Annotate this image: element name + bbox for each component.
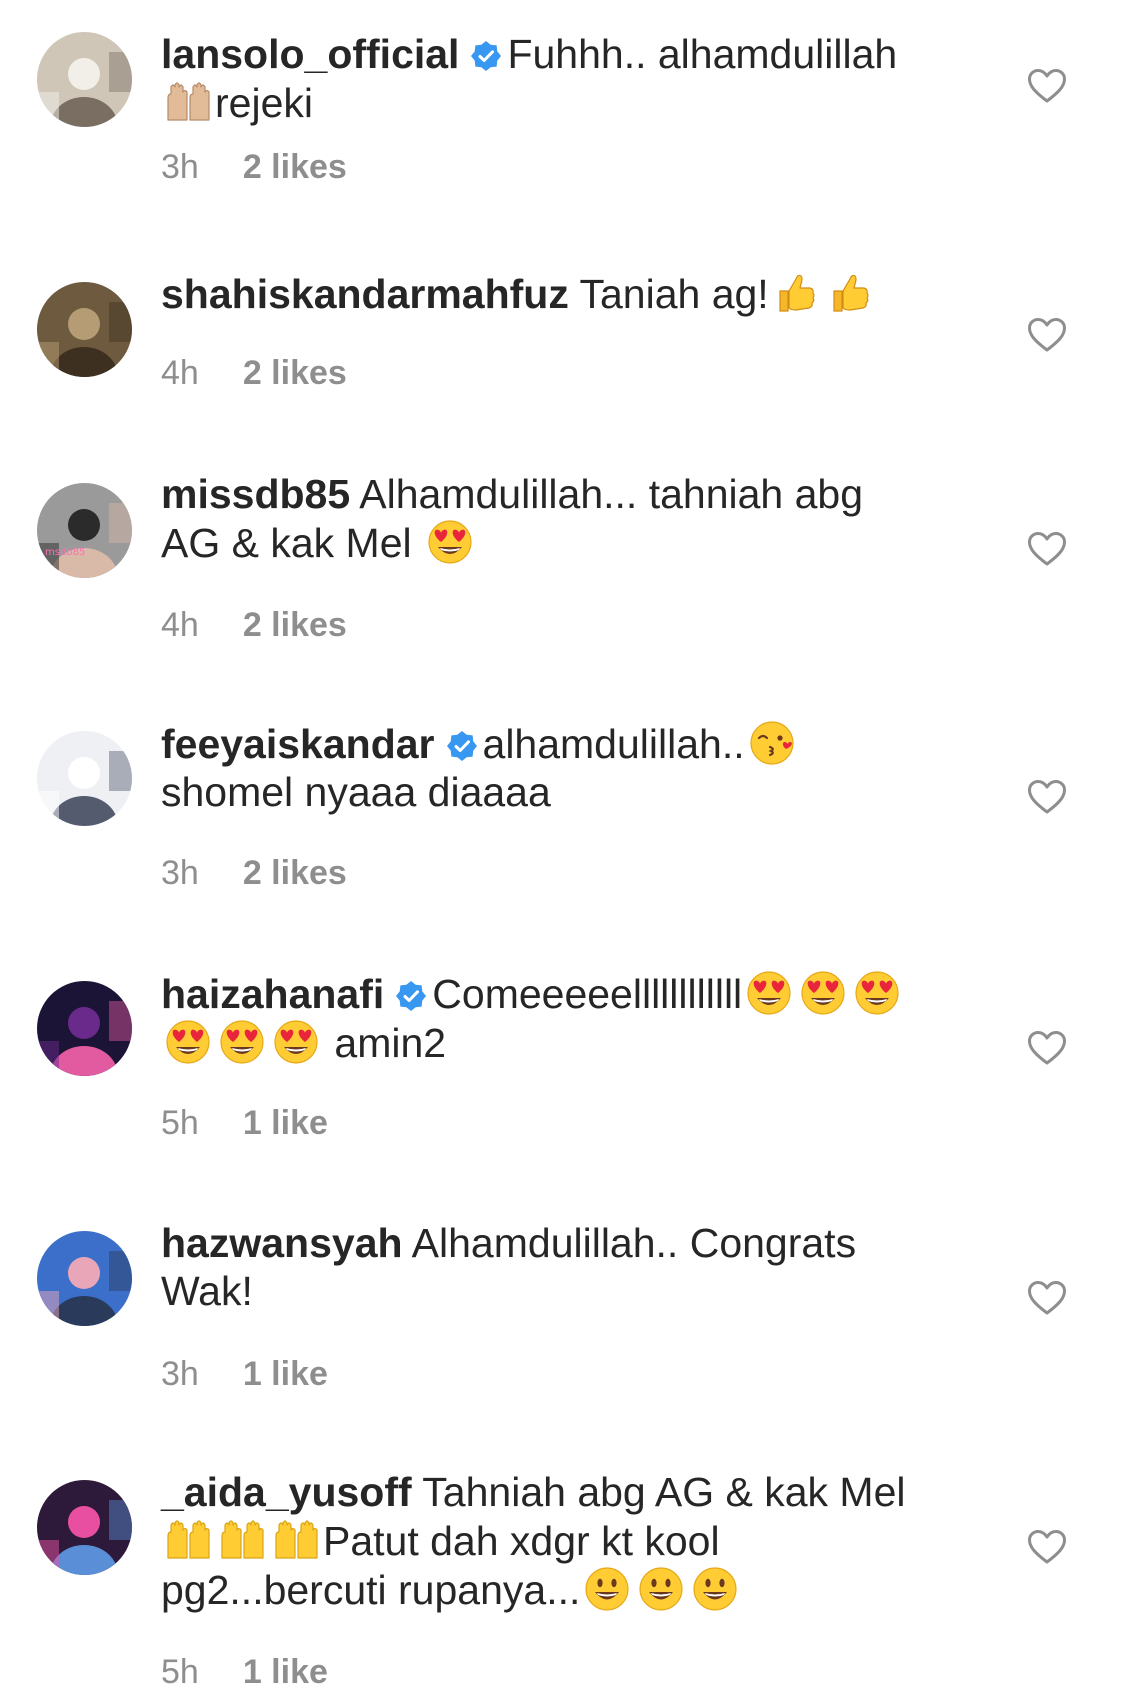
comment-timestamp: 3h — [161, 148, 199, 186]
comment-timestamp: 4h — [161, 606, 199, 644]
comment-text: _aida_yusoff Tahniah abg AG & kak Mel Pat… — [161, 1468, 991, 1614]
comment-text: shahiskandarmahfuz Taniah ag! — [161, 269, 991, 318]
comment-meta: 3h 2 likes — [161, 148, 347, 187]
heart-eyes-emoji — [799, 969, 847, 1017]
avatar[interactable] — [37, 32, 132, 127]
comment-username[interactable]: hazwansyah — [161, 1220, 403, 1266]
comment-meta: 5h 1 like — [161, 1104, 328, 1143]
comment-meta: 3h 1 like — [161, 1355, 328, 1394]
comment-body-text: Tahniah abg AG & kak Mel — [411, 1469, 906, 1515]
smiley-emoji — [691, 1565, 739, 1613]
raised-hands-emoji-yellow — [164, 1516, 212, 1564]
comment-meta: 4h 2 likes — [161, 606, 347, 645]
like-heart-icon[interactable] — [1027, 1529, 1067, 1565]
comment-timestamp: 3h — [161, 854, 199, 892]
like-heart-icon[interactable] — [1027, 1030, 1067, 1066]
like-heart-icon[interactable] — [1027, 68, 1067, 104]
heart-eyes-emoji — [218, 1018, 266, 1066]
comment-body-text: Alhamdulillah.. Congrats — [402, 1220, 857, 1266]
comment-likes-count[interactable]: 2 likes — [243, 606, 347, 644]
comment-likes-count[interactable]: 1 like — [243, 1355, 328, 1393]
comment-meta: 4h 2 likes — [161, 354, 347, 393]
comment-meta: 3h 2 likes — [161, 854, 347, 893]
kissing-heart-emoji — [748, 719, 796, 767]
comment-username[interactable]: missdb85 — [161, 471, 350, 517]
comment-meta: 5h 1 like — [161, 1653, 328, 1692]
comment-username[interactable]: _aida_yusoff — [161, 1469, 412, 1515]
comment-body-text: Wak! — [161, 1268, 253, 1314]
comment-likes-count[interactable]: 2 likes — [243, 354, 347, 392]
heart-eyes-emoji — [164, 1018, 212, 1066]
comment-username[interactable]: lansolo_official — [161, 31, 459, 77]
avatar[interactable] — [37, 981, 132, 1076]
smiley-emoji — [637, 1565, 685, 1613]
comment-text: haizahanafi Comeeeeellllllllllll amin2 — [161, 969, 991, 1067]
comment-body-text: shomel nyaaa diaaaa — [161, 769, 551, 815]
comment-likes-count[interactable]: 1 like — [243, 1653, 328, 1691]
avatar[interactable] — [37, 1480, 132, 1575]
like-heart-icon[interactable] — [1027, 317, 1067, 353]
raised-hands-emoji-yellow — [272, 1516, 320, 1564]
like-heart-icon[interactable] — [1027, 531, 1067, 567]
comment-timestamp: 3h — [161, 1355, 199, 1393]
raised-hands-emoji-tan — [164, 78, 212, 126]
heart-eyes-emoji — [272, 1018, 320, 1066]
thumbs-up-emoji — [826, 269, 874, 317]
comment-timestamp: 4h — [161, 354, 199, 392]
verified-badge-icon — [384, 971, 432, 1017]
heart-eyes-emoji — [745, 969, 793, 1017]
comment-username[interactable]: shahiskandarmahfuz — [161, 271, 569, 317]
comment-likes-count[interactable]: 2 likes — [243, 854, 347, 892]
comment-body-text: amin2 — [323, 1020, 447, 1066]
comment-body-text: Patut dah xdgr kt kool — [323, 1518, 720, 1564]
avatar[interactable] — [37, 731, 132, 826]
comment-body-text: rejeki — [215, 80, 313, 126]
heart-eyes-emoji — [853, 969, 901, 1017]
comment-username[interactable]: feeyaiskandar — [161, 721, 435, 767]
comment-timestamp: 5h — [161, 1104, 199, 1142]
avatar-watermark-text: msdb85 — [45, 547, 85, 558]
comment-timestamp: 5h — [161, 1653, 199, 1691]
comment-text: missdb85 Alhamdulillah... tahniah abg AG … — [161, 470, 991, 567]
comment-likes-count[interactable]: 1 like — [243, 1104, 328, 1142]
comment-body-text: alhamdulillah.. — [482, 721, 745, 767]
comment-body-text: AG & kak Mel — [161, 520, 424, 566]
comment-username[interactable]: haizahanafi — [161, 971, 384, 1017]
verified-badge-icon — [459, 31, 507, 77]
comment-body-text: Alhamdulillah... tahniah abg — [350, 471, 864, 517]
like-heart-icon[interactable] — [1027, 1280, 1067, 1316]
comment-body-text: pg2...bercuti rupanya... — [161, 1567, 581, 1613]
comment-body-text: Taniah ag! — [568, 271, 769, 317]
comment-likes-count[interactable]: 2 likes — [243, 148, 347, 186]
avatar[interactable]: msdb85 — [37, 483, 132, 578]
avatar[interactable] — [37, 282, 132, 377]
thumbs-up-emoji — [772, 269, 820, 317]
verified-badge-icon — [435, 721, 483, 767]
comment-body-text: Comeeeeellllllllllll — [432, 971, 743, 1017]
comment-text: lansolo_official Fuhhh.. alhamdulillah rej… — [161, 30, 991, 127]
comment-text: feeyaiskandar alhamdulillah.. shomel nyaaa… — [161, 719, 991, 816]
avatar[interactable] — [37, 1231, 132, 1326]
comment-text: hazwansyah Alhamdulillah.. Congrats Wak! — [161, 1219, 991, 1315]
comment-body-text: Fuhhh.. alhamdulillah — [507, 31, 898, 77]
raised-hands-emoji-yellow — [218, 1516, 266, 1564]
smiley-emoji — [583, 1565, 631, 1613]
like-heart-icon[interactable] — [1027, 779, 1067, 815]
heart-eyes-emoji — [426, 518, 474, 566]
